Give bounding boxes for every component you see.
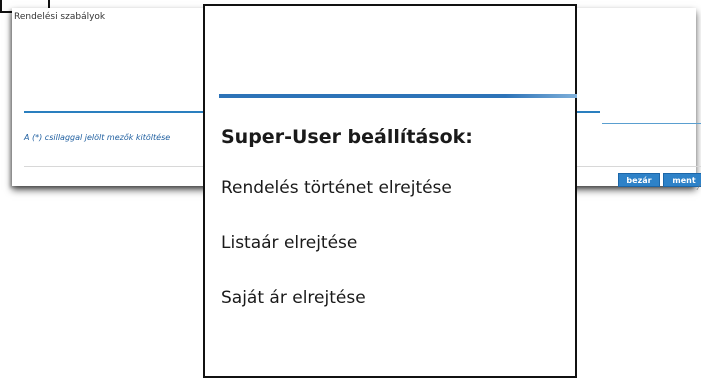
close-button[interactable]: bezár bbox=[618, 173, 660, 187]
order-rules-label: Rendelési szabályok bbox=[14, 12, 106, 22]
field-underline-right bbox=[602, 123, 701, 124]
resize-grip-icon[interactable]: ⁄ bbox=[698, 184, 699, 192]
option-hide-order-history[interactable]: Rendelés történet elrejtése bbox=[221, 178, 452, 198]
popup-heading: Super-User beállítások: bbox=[221, 126, 473, 148]
save-button[interactable]: ment bbox=[663, 173, 701, 187]
super-user-settings-popup: Super-User beállítások: Rendelés történe… bbox=[203, 4, 577, 378]
option-hide-list-price[interactable]: Listaár elrejtése bbox=[221, 233, 357, 253]
required-fields-note: A (*) csillaggal jelölt mezők kitöltése bbox=[24, 133, 171, 142]
option-hide-own-price[interactable]: Saját ár elrejtése bbox=[221, 288, 366, 308]
popup-divider bbox=[219, 94, 577, 98]
